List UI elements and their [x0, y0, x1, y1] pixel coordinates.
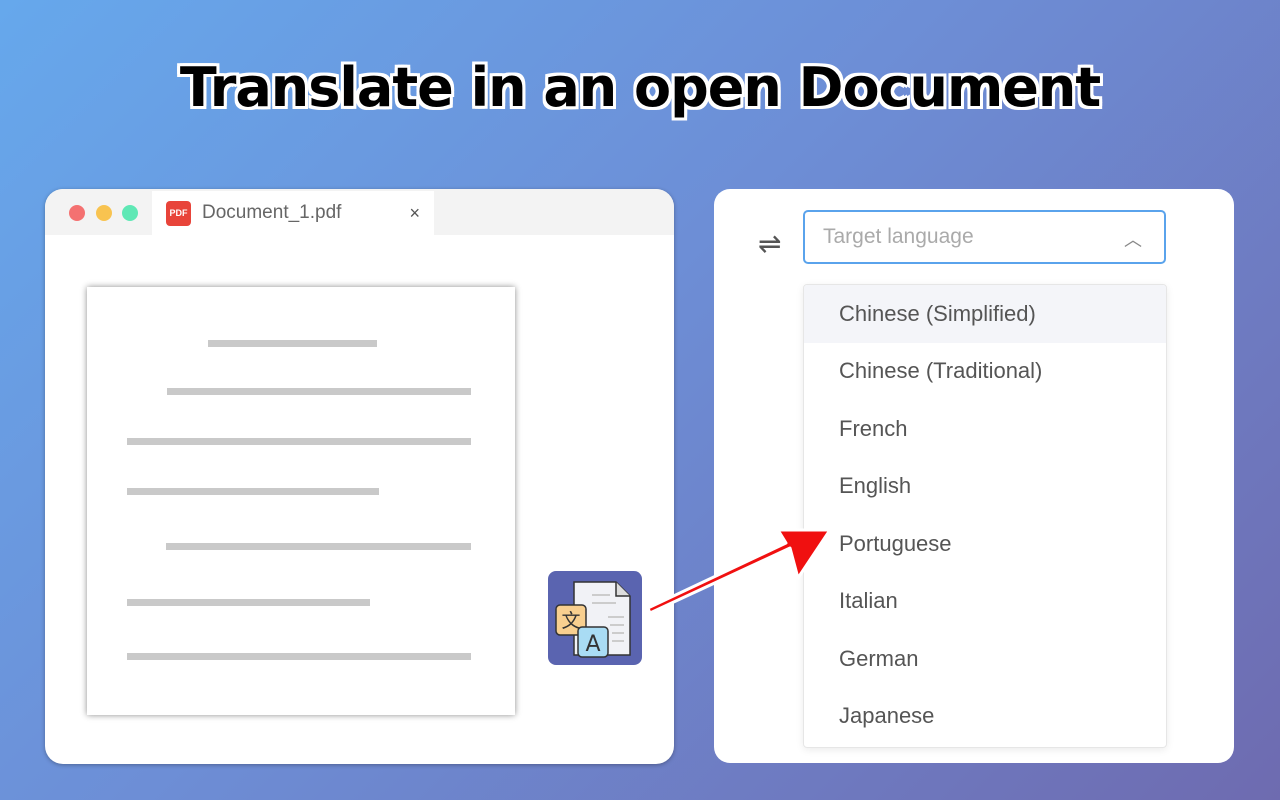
text-line	[208, 340, 377, 347]
translate-panel: ⇌ Target language ︿ Chinese (Simplified)…	[714, 189, 1234, 763]
text-line	[166, 543, 471, 550]
language-option[interactable]: German	[804, 630, 1166, 688]
close-tab-icon[interactable]: ×	[409, 203, 420, 224]
text-line	[127, 653, 471, 660]
tab-bar: PDF Document_1.pdf ×	[45, 189, 674, 235]
language-option[interactable]: French	[804, 400, 1166, 458]
swap-languages-icon[interactable]: ⇌	[758, 227, 781, 260]
pdf-icon: PDF	[166, 201, 191, 226]
text-line	[167, 388, 471, 395]
svg-text:A: A	[585, 632, 600, 657]
close-window-dot[interactable]	[69, 205, 85, 221]
tab-title: Document_1.pdf	[202, 202, 341, 224]
document-page	[87, 287, 515, 715]
language-option[interactable]: English	[804, 458, 1166, 516]
maximize-window-dot[interactable]	[122, 205, 138, 221]
chevron-up-icon: ︿	[1124, 226, 1142, 252]
tab-document[interactable]: PDF Document_1.pdf ×	[152, 191, 434, 235]
language-option[interactable]: Italian	[804, 573, 1166, 631]
text-line	[127, 599, 370, 606]
language-option[interactable]: Chinese (Traditional)	[804, 343, 1166, 401]
headline: Translate in an open Document	[0, 56, 1280, 119]
browser-window: PDF Document_1.pdf ×	[45, 189, 674, 764]
language-option[interactable]: Japanese	[804, 688, 1166, 746]
target-language-placeholder: Target language	[823, 225, 974, 249]
minimize-window-dot[interactable]	[96, 205, 112, 221]
language-option[interactable]: Chinese (Simplified)	[804, 285, 1166, 343]
target-language-select[interactable]: Target language ︿	[803, 210, 1166, 264]
document-translate-icon: 文 A	[548, 571, 642, 665]
text-line	[127, 438, 471, 445]
language-dropdown: Chinese (Simplified) Chinese (Traditiona…	[803, 284, 1167, 748]
text-line	[127, 488, 379, 495]
svg-text:文: 文	[561, 610, 580, 632]
translator-extension-icon[interactable]: 文 A	[548, 571, 642, 665]
language-option[interactable]: Portuguese	[804, 515, 1166, 573]
